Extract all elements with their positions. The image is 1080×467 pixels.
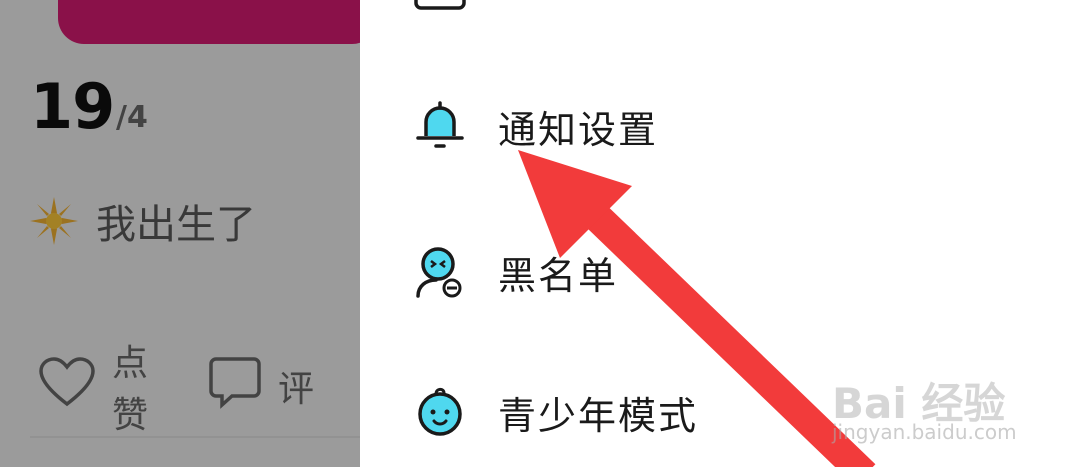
menu-item-notification-settings[interactable]: 通知设置 [412,98,658,154]
background-feed: 19 /4 我出生了 点赞 评 [0,0,360,467]
folder-icon [412,0,468,24]
menu-item-label: 黑名单 [498,253,619,298]
menu-item-blacklist[interactable]: 黑名单 [412,244,618,300]
menu-item-top[interactable] [412,0,498,24]
menu-item-label: 通知设置 [498,107,659,152]
dim-overlay[interactable] [0,0,360,467]
bell-icon [412,98,468,154]
menu-item-label: 青少年模式 [498,393,699,438]
baby-face-icon [412,384,468,440]
block-user-icon [412,244,468,300]
watermark-url: jingyan.baidu.com [832,420,1017,444]
watermark: Bai 经验 jingyan.baidu.com [832,352,1032,452]
menu-item-teen-mode[interactable]: 青少年模式 [412,384,698,440]
